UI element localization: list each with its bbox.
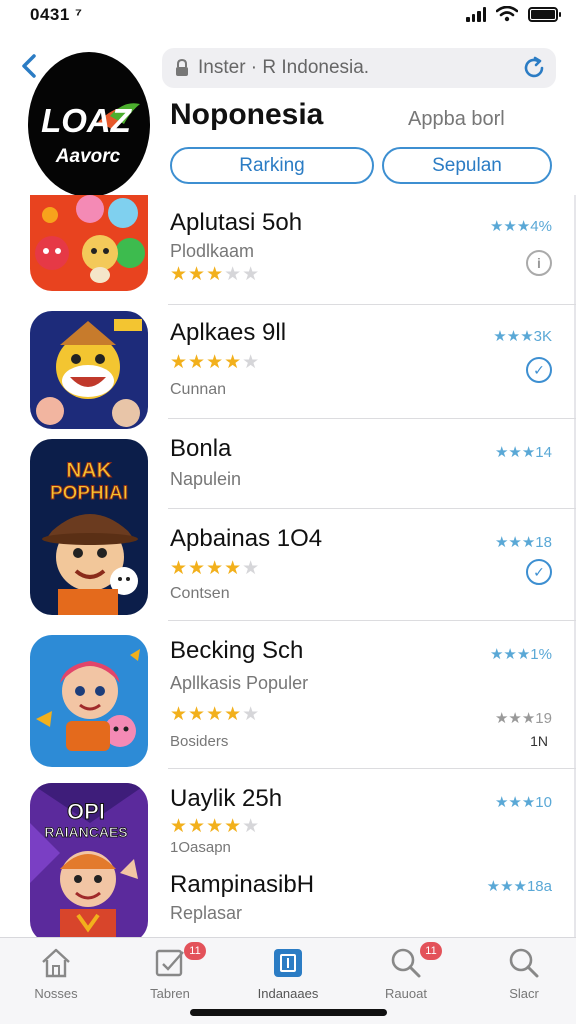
app-subtitle: Contsen (170, 585, 230, 602)
app-list[interactable]: Aplutasi 5oh Plodlkaam ★★★★★ ★★★4% i Apl… (0, 195, 576, 937)
app-title: RampinasibH (170, 871, 315, 898)
tab-label: Tabren (150, 986, 190, 1001)
app-thumbnail (30, 635, 148, 767)
logo-text-bottom: Aavorc (55, 146, 121, 167)
ranking-segment-button[interactable]: Rarking (170, 147, 374, 184)
tab-search[interactable]: Slacr (474, 946, 574, 1001)
star-rating: ★★★★★ (170, 558, 261, 579)
list-item[interactable]: Aplutasi 5oh Plodlkaam ★★★★★ ★★★4% i (0, 195, 576, 305)
mini-count: 1N (530, 733, 548, 749)
page-title: Noponesia (170, 98, 324, 131)
rating-text: ★★★14 (494, 444, 552, 461)
star-rating: ★★★★★ (170, 264, 261, 285)
apps-icon (274, 949, 302, 977)
status-time: 0431 ⁷ (30, 5, 83, 24)
edit-icon (155, 949, 184, 977)
rating-text: ★★★1% (489, 646, 552, 663)
app-logo: LOAZ Aavorc (28, 52, 150, 197)
rating-text: ★★★4% (489, 218, 552, 235)
list-item[interactable]: Becking Sch Apllkasis Populer ★★★★★ Bosi… (0, 621, 576, 769)
home-icon (42, 948, 70, 978)
thumb-text-2: RAIANCAES (44, 824, 127, 840)
tab-edit[interactable]: 11 Tabren (120, 942, 220, 1001)
signal-icon (466, 6, 486, 22)
star-rating: ★★★★★ (170, 352, 261, 373)
list-item[interactable]: Apbainas 1O4 ★★★★★ Contsen ★★★18 ✓ (0, 509, 576, 621)
info-icon[interactable]: i (526, 250, 552, 276)
app-title: Aplutasi 5oh (170, 209, 303, 236)
wifi-icon (496, 6, 518, 22)
rating-text: ★★★18 (494, 534, 552, 551)
list-item[interactable]: NAK POPHIAI Bonla Napulein ★★★14 (0, 419, 576, 615)
app-subtitle: Replasar (170, 903, 243, 923)
lock-icon (176, 59, 188, 76)
rating-text: ★★★10 (494, 794, 552, 811)
tab-home[interactable]: Nosses (6, 946, 106, 1001)
app-title: Apbainas 1O4 (170, 525, 323, 552)
star-rating: ★★★★★ (170, 704, 261, 725)
search-icon (391, 948, 421, 978)
app-subtitle: Cunnan (170, 381, 227, 398)
refresh-icon[interactable] (522, 56, 546, 80)
search-icon (509, 948, 539, 978)
check-icon[interactable]: ✓ (526, 357, 552, 383)
app-subtitle: Apllkasis Populer (170, 673, 309, 693)
tab-updates[interactable]: 11 Rauoat (356, 942, 456, 1001)
thumb-text-2: POPHIAI (50, 483, 128, 504)
home-indicator (190, 1009, 387, 1016)
thumb-text-1: OPI (67, 799, 105, 824)
status-bar: 0431 ⁷ (0, 0, 576, 34)
list-item[interactable]: OPI RAIANCAES Uaylik 25h ★★★★★ 1Oasapn ★… (0, 769, 576, 937)
notification-badge: 11 (184, 942, 206, 960)
rating-text: ★★★3K (493, 328, 552, 345)
app-title: Uaylik 25h (170, 785, 283, 812)
tab-label: Slacr (509, 986, 539, 1001)
app-caption: Bosiders (170, 733, 229, 750)
search-bar[interactable] (162, 48, 556, 88)
app-thumbnail (30, 311, 148, 429)
logo-text-top: LOAZ (41, 102, 133, 139)
tab-label: Indanaaes (257, 986, 319, 1001)
thumb-text-1: NAK (66, 459, 112, 482)
rating-text-secondary: ★★★19 (494, 710, 552, 727)
popular-segment-button[interactable]: Sepulan (382, 147, 552, 184)
app-subtitle: Plodlkaam (170, 241, 255, 261)
star-rating: ★★★★★ (170, 816, 261, 837)
page-subtitle: Appba borl (408, 108, 505, 130)
status-icons (466, 6, 561, 22)
app-subtitle: Napulein (170, 469, 242, 489)
battery-icon (528, 6, 561, 22)
back-chevron-icon[interactable] (18, 52, 42, 80)
notification-badge: 11 (420, 942, 442, 960)
tab-apps[interactable]: Indanaaes (238, 946, 338, 1001)
app-title: Aplkaes 9ll (170, 319, 287, 346)
search-input[interactable] (198, 54, 498, 82)
app-title: Bonla (170, 435, 232, 462)
rating-text: ★★★18a (486, 878, 552, 895)
app-thumbnail (30, 195, 148, 291)
check-icon[interactable]: ✓ (526, 559, 552, 585)
tab-label: Rauoat (385, 986, 427, 1001)
app-title: Becking Sch (170, 637, 304, 664)
list-item[interactable]: Aplkaes 9ll ★★★★★ Cunnan ★★★3K ✓ (0, 305, 576, 429)
list-item[interactable]: RampinasibH Replasar ★★★18a (0, 849, 576, 937)
tab-label: Nosses (34, 986, 78, 1001)
